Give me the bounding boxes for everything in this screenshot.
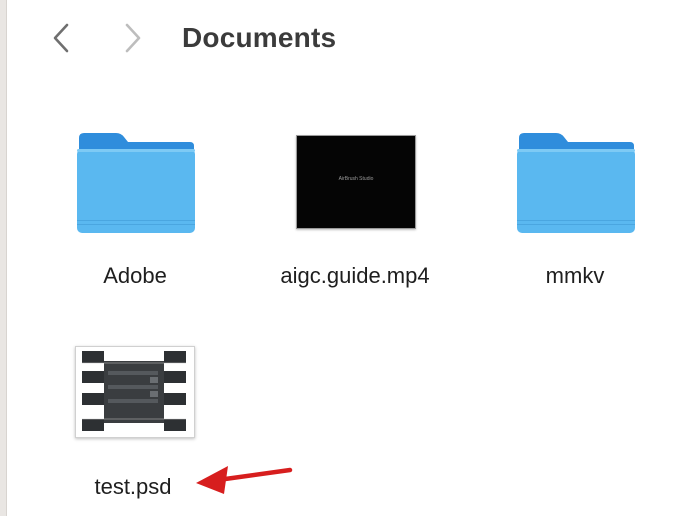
folder-icon xyxy=(517,133,635,233)
file-name: Adobe xyxy=(103,263,167,288)
forward-button[interactable] xyxy=(118,20,148,56)
folder-icon xyxy=(77,133,195,233)
thumbnail-text: AirBrush Studio xyxy=(338,176,374,182)
video-thumbnail: AirBrush Studio xyxy=(296,135,416,229)
window-left-edge xyxy=(0,0,7,516)
chevron-right-icon xyxy=(125,23,141,53)
red-arrow-annotation xyxy=(196,466,293,494)
file-name: mmkv xyxy=(545,263,605,288)
psd-thumbnail xyxy=(75,346,195,438)
file-name: aigc.guide.mp4 xyxy=(280,263,430,288)
back-button[interactable] xyxy=(46,20,76,56)
chevron-left-icon xyxy=(53,23,69,53)
window-title: Documents xyxy=(182,22,337,53)
psd-preview-graphic xyxy=(82,351,186,431)
